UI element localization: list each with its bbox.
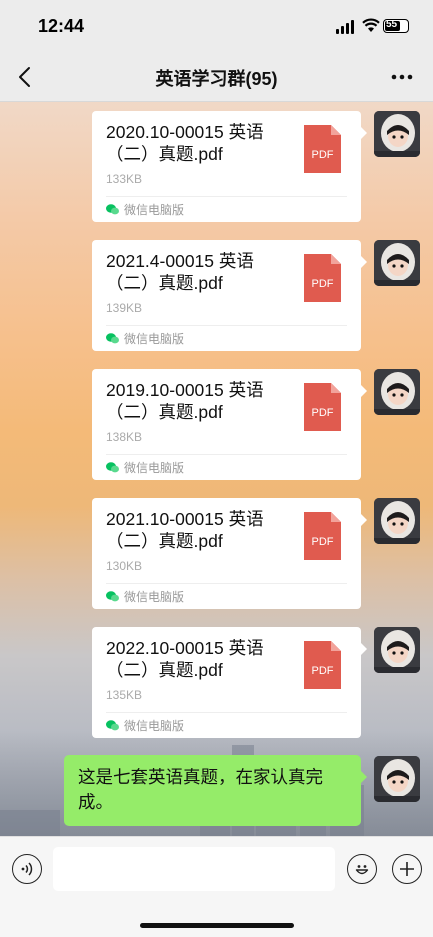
card-divider bbox=[106, 583, 347, 584]
file-size: 133KB bbox=[106, 172, 143, 186]
more-icon[interactable] bbox=[391, 73, 413, 81]
file-source-label: 微信电脑版 bbox=[124, 332, 185, 346]
avatar[interactable] bbox=[374, 240, 420, 286]
file-name: 2021.4-00015 英语（二）真题.pdf bbox=[106, 251, 254, 293]
file-message[interactable]: 2022.10-00015 英语（二）真题.pdf 135KB PDF 微信电脑… bbox=[92, 627, 367, 738]
voice-icon bbox=[21, 862, 33, 876]
message-input[interactable] bbox=[53, 847, 335, 891]
input-bar bbox=[0, 836, 433, 937]
wechat-pc-icon bbox=[106, 204, 119, 215]
card-divider bbox=[106, 325, 347, 326]
wechat-pc-icon bbox=[106, 591, 119, 602]
home-indicator[interactable] bbox=[140, 923, 294, 928]
file-source: 微信电脑版 bbox=[106, 459, 184, 476]
voice-button[interactable] bbox=[12, 854, 42, 884]
pdf-icon-label: PDF bbox=[312, 149, 334, 161]
battery-level: 55 bbox=[386, 19, 398, 30]
battery-icon: 55 bbox=[383, 19, 409, 33]
file-message[interactable]: 2021.4-00015 英语（二）真题.pdf 139KB PDF 微信电脑版 bbox=[92, 240, 367, 351]
pdf-icon-label: PDF bbox=[312, 536, 334, 548]
pdf-icon-label: PDF bbox=[312, 665, 334, 677]
pdf-icon: PDF bbox=[304, 254, 341, 302]
text-message[interactable]: 这是七套英语真题，在家认真完成。 bbox=[64, 755, 367, 826]
file-source: 微信电脑版 bbox=[106, 330, 184, 347]
file-source-label: 微信电脑版 bbox=[124, 590, 185, 604]
plus-icon bbox=[400, 862, 414, 876]
pdf-icon-label: PDF bbox=[312, 278, 334, 290]
file-name: 2021.10-00015 英语（二）真题.pdf bbox=[106, 509, 264, 551]
wechat-pc-icon bbox=[106, 720, 119, 731]
status-time: 12:44 bbox=[38, 16, 85, 36]
status-bar: 12:44 55 bbox=[0, 0, 433, 52]
avatar[interactable] bbox=[374, 369, 420, 415]
avatar-image bbox=[374, 369, 420, 415]
cellular-signal-icon bbox=[336, 20, 354, 34]
emoji-button[interactable] bbox=[347, 854, 377, 884]
avatar[interactable] bbox=[374, 627, 420, 673]
avatar[interactable] bbox=[374, 111, 420, 157]
file-source-label: 微信电脑版 bbox=[124, 203, 185, 217]
pdf-icon: PDF bbox=[304, 641, 341, 689]
plus-button[interactable] bbox=[392, 854, 422, 884]
file-source: 微信电脑版 bbox=[106, 717, 184, 734]
file-source-label: 微信电脑版 bbox=[124, 461, 185, 475]
card-divider bbox=[106, 712, 347, 713]
file-size: 139KB bbox=[106, 301, 143, 315]
file-source-label: 微信电脑版 bbox=[124, 719, 185, 733]
file-source: 微信电脑版 bbox=[106, 201, 184, 218]
wifi-icon bbox=[362, 18, 380, 32]
avatar-image bbox=[374, 111, 420, 157]
pdf-icon: PDF bbox=[304, 512, 341, 560]
avatar-image bbox=[374, 627, 420, 673]
file-message[interactable]: 2020.10-00015 英语（二）真题.pdf 133KB PDF 微信电脑… bbox=[92, 111, 367, 222]
file-size: 138KB bbox=[106, 430, 143, 444]
avatar-image bbox=[374, 756, 420, 802]
file-name: 2019.10-00015 英语（二）真题.pdf bbox=[106, 380, 264, 422]
wechat-pc-icon bbox=[106, 462, 119, 473]
avatar-image bbox=[374, 498, 420, 544]
card-divider bbox=[106, 196, 347, 197]
avatar-image bbox=[374, 240, 420, 286]
file-name: 2022.10-00015 英语（二）真题.pdf bbox=[106, 638, 264, 680]
pdf-icon-label: PDF bbox=[312, 407, 334, 419]
file-message[interactable]: 2019.10-00015 英语（二）真题.pdf 138KB PDF 微信电脑… bbox=[92, 369, 367, 480]
avatar[interactable] bbox=[374, 756, 420, 802]
pdf-icon: PDF bbox=[304, 383, 341, 431]
file-source: 微信电脑版 bbox=[106, 588, 184, 605]
wechat-pc-icon bbox=[106, 333, 119, 344]
file-message[interactable]: 2021.10-00015 英语（二）真题.pdf 130KB PDF 微信电脑… bbox=[92, 498, 367, 609]
file-name: 2020.10-00015 英语（二）真题.pdf bbox=[106, 122, 264, 164]
avatar[interactable] bbox=[374, 498, 420, 544]
file-size: 135KB bbox=[106, 688, 143, 702]
chat-title: 英语学习群(95) bbox=[155, 69, 278, 89]
pdf-icon: PDF bbox=[304, 125, 341, 173]
card-divider bbox=[106, 454, 347, 455]
emoji-icon bbox=[355, 865, 369, 875]
file-size: 130KB bbox=[106, 559, 143, 573]
chat-header: 英语学习群(95) bbox=[0, 52, 433, 102]
